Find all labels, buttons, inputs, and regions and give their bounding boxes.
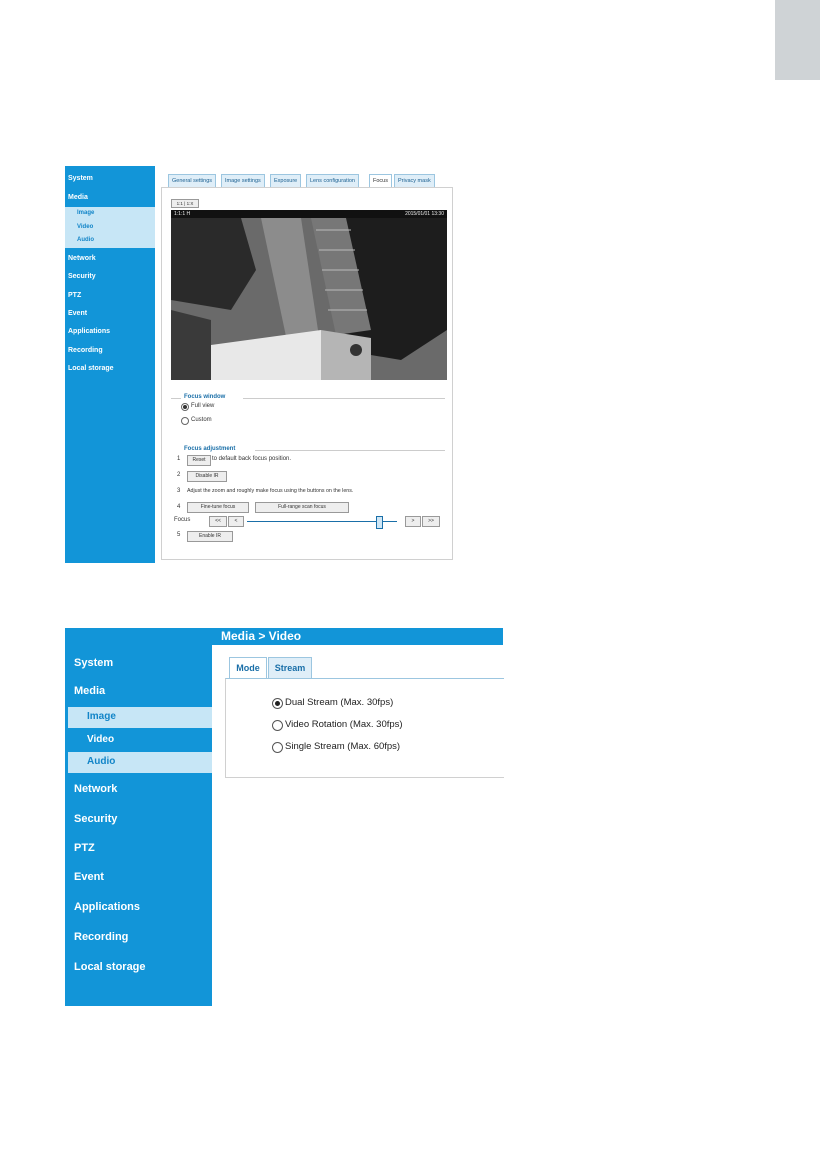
fieldset-line [255,450,445,451]
sidebar-item-system[interactable]: System [68,175,93,182]
sidebar-sub-image-label: Image [87,711,116,722]
single-stream-label: Single Stream (Max. 60fps) [285,741,401,752]
focus-settings-screenshot: General settings Image settings Exposure… [155,166,460,563]
single-stream-radio[interactable] [272,742,283,753]
sidebar-sub-image[interactable]: Image [68,707,212,728]
sidebar-item-media[interactable]: Media [68,194,88,201]
disable-ir-button[interactable]: Disable IR [187,471,227,482]
sidebar-item-event[interactable]: Event [74,871,104,883]
sidebar-item-security[interactable]: Security [68,273,96,280]
fieldset-line [243,398,445,399]
focus-step-back-button[interactable]: < [228,516,244,527]
camera-live-view: 1:1:1 H 2015/01/01 13:30 [171,210,447,380]
focus-slider-thumb[interactable] [376,516,383,529]
sidebar-nav-2: System Media Image Video Audio Network S… [65,628,212,1006]
sidebar-item-system[interactable]: System [74,657,113,669]
focus-window-legend: Focus window [184,394,226,400]
dual-stream-radio[interactable] [272,698,283,709]
sidebar-item-recording[interactable]: Recording [74,931,128,943]
tab-privacy-mask[interactable]: Privacy mask [394,174,435,187]
sidebar-item-network[interactable]: Network [74,783,117,795]
step4-number: 4 [177,504,181,510]
sidebar-item-ptz[interactable]: PTZ [74,842,95,854]
step5-number: 5 [177,532,181,538]
custom-label: Custom [191,417,212,423]
view-size-control[interactable]: 1:1 | 1:X [171,199,199,208]
focus-slider-track[interactable] [247,521,397,522]
tab-focus[interactable]: Focus [369,174,392,187]
sidebar-item-recording[interactable]: Recording [68,347,103,354]
camera-info-bar: 1:1:1 H 2015/01/01 13:30 [171,210,447,218]
sidebar-item-ptz[interactable]: PTZ [68,292,81,299]
sidebar-sub-audio-label: Audio [87,756,116,767]
sidebar-nav: System Media Image Video Audio Network S… [65,166,155,563]
camera-scene-image [171,210,447,380]
reset-button[interactable]: Reset [187,455,211,466]
sidebar-item-media[interactable]: Media [74,685,105,697]
sidebar-sub-video[interactable]: Video [65,221,155,235]
sidebar-item-applications[interactable]: Applications [68,328,110,335]
sidebar-item-network[interactable]: Network [68,255,96,262]
camera-timestamp: 2015/01/01 13:30 [405,211,444,217]
sidebar-item-local-storage[interactable]: Local storage [68,365,114,372]
custom-radio[interactable] [181,417,189,425]
sidebar-item-event[interactable]: Event [68,310,87,317]
focus-slider-label: Focus [174,517,191,523]
sidebar-item-applications[interactable]: Applications [74,901,140,913]
tab-exposure[interactable]: Exposure [270,174,302,187]
sidebar-item-local-storage[interactable]: Local storage [74,961,146,973]
sidebar-sub-video[interactable]: Video [68,730,212,751]
full-view-radio[interactable] [181,403,189,411]
tab-image-settings[interactable]: Image settings [221,174,265,187]
focus-step-forward-button[interactable]: > [405,516,421,527]
breadcrumb-bar: Media > Video [212,628,503,645]
sidebar-sub-video-label: Video [87,734,115,745]
tab-general-settings[interactable]: General settings [168,174,217,187]
fieldset-line [171,398,181,399]
sidebar-sub-audio-label: Audio [77,237,94,243]
tab-mode[interactable]: Mode [229,657,267,679]
step3-number: 3 [177,488,181,494]
step2-number: 2 [177,472,181,478]
sidebar-sub-audio[interactable]: Audio [65,234,155,248]
dual-stream-label: Dual Stream (Max. 30fps) [285,697,394,708]
sidebar-sub-image[interactable]: Image [65,207,155,221]
full-view-label: Full view [191,403,215,409]
sidebar-item-security[interactable]: Security [74,813,117,825]
focus-step-back-fast-button[interactable]: << [209,516,227,527]
breadcrumb: Media > Video [221,629,302,643]
camera-info-left: 1:1:1 H [174,211,191,217]
sidebar-sub-video-label: Video [77,224,94,230]
tab-stream[interactable]: Stream [268,657,312,679]
sidebar-sub-image-label: Image [77,210,95,216]
focus-adjustment-legend: Focus adjustment [184,446,236,452]
step1-text: to default back focus position. [212,456,292,462]
video-rotation-radio[interactable] [272,720,283,731]
enable-ir-button[interactable]: Enable IR [187,531,233,542]
fine-tune-focus-button[interactable]: Fine-tune focus [187,502,249,513]
full-range-scan-focus-button[interactable]: Full-range scan focus [255,502,349,513]
page-corner-tab [775,0,820,80]
video-rotation-label: Video Rotation (Max. 30fps) [285,719,403,730]
sidebar-sub-audio[interactable]: Audio [68,752,212,773]
step1-number: 1 [177,456,181,462]
focus-step-forward-fast-button[interactable]: >> [422,516,440,527]
step3-text: Adjust the zoom and roughly make focus u… [187,488,354,494]
tab-lens-configuration[interactable]: Lens configuration [306,174,359,187]
